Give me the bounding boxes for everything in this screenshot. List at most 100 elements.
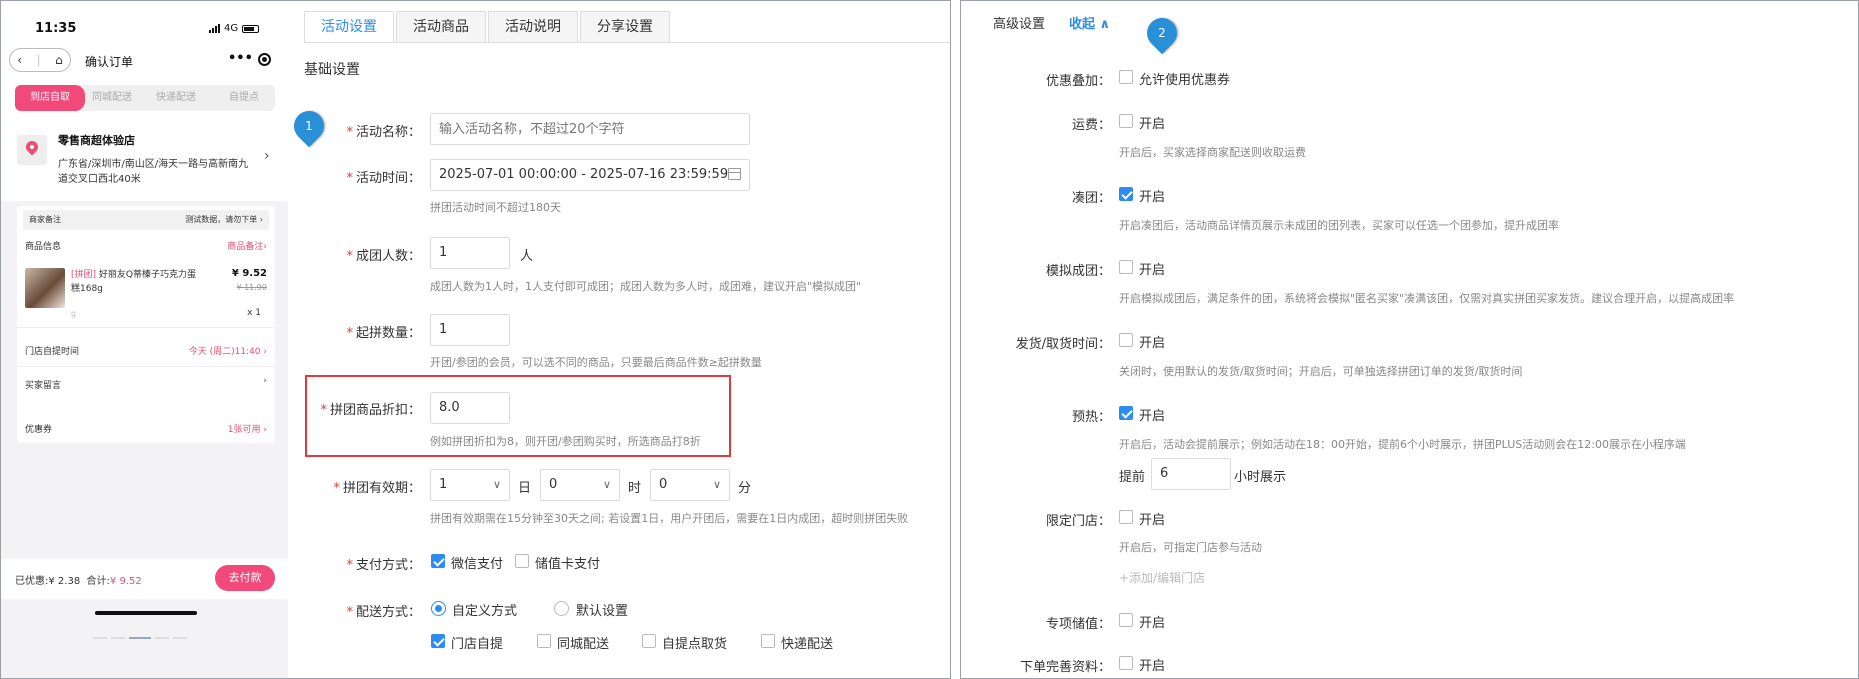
record-icon[interactable] xyxy=(258,53,271,66)
home-indicator xyxy=(95,611,197,615)
chevron-down-icon: ∨ xyxy=(602,478,611,491)
min-qty-label: * 起拼数量： xyxy=(346,326,421,341)
delivery-express-label[interactable]: 快递配送 xyxy=(781,633,833,652)
validity-hour-unit: 时 xyxy=(628,481,642,496)
coupon-card[interactable]: 优惠券 1张可用 › xyxy=(17,411,275,443)
delivery-pickup-label[interactable]: 门店自提 xyxy=(451,633,503,652)
checkout-bar: 已优惠:¥ 2.38 合计:¥ 9.52 去付款 xyxy=(1,559,288,599)
tab-share-settings[interactable]: 分享设置 xyxy=(580,11,670,43)
group-size-hint: 成团人数为1人时，1人支付即可成团；成团人数为多人时，成团难，建议开启"模拟成团… xyxy=(430,280,862,293)
simulate-checkbox[interactable] xyxy=(1119,260,1133,274)
min-qty-hint: 开团/参团的会员，可以选不同的商品，只要最后商品件数≥起拼数量 xyxy=(430,356,762,369)
delivery-tab-city[interactable]: 同城配送 xyxy=(77,85,147,111)
page-dots xyxy=(93,637,187,639)
chevron-down-icon: ∨ xyxy=(712,478,721,491)
goods-note-link[interactable]: 商品备注› xyxy=(227,239,267,252)
validity-day-select[interactable]: 1 ∨ xyxy=(430,469,510,501)
stored-value-label: 专项储值： xyxy=(1045,617,1111,632)
add-edit-stores-link[interactable]: +添加/编辑门店 xyxy=(1119,569,1205,586)
validity-minute-select[interactable]: 0 ∨ xyxy=(650,469,730,501)
stacking-option[interactable]: 允许使用优惠券 xyxy=(1139,69,1230,88)
validity-day-unit: 日 xyxy=(518,481,532,496)
simulate-option[interactable]: 开启 xyxy=(1139,259,1165,278)
product-spec: g xyxy=(71,309,77,318)
stacking-checkbox[interactable] xyxy=(1119,70,1133,84)
min-qty-input[interactable]: 1 xyxy=(430,314,510,346)
delivery-express-checkbox[interactable] xyxy=(761,634,775,648)
settings-tabs: 活动设置 活动商品 活动说明 分享设置 xyxy=(304,11,670,43)
chevron-left-icon[interactable]: ‹ xyxy=(17,53,22,67)
gather-label: 凑团： xyxy=(1071,191,1111,206)
collapse-toggle[interactable]: 收起 ∧ xyxy=(1069,13,1110,32)
tab-activity-settings[interactable]: 活动设置 xyxy=(304,11,394,43)
activity-name-input[interactable] xyxy=(430,113,750,145)
preheat-checkbox[interactable] xyxy=(1119,406,1133,420)
pay-button[interactable]: 去付款 xyxy=(215,565,275,591)
more-icon[interactable]: ••• xyxy=(228,51,253,66)
store-name: 零售商超体验店 xyxy=(58,134,135,147)
delivery-custom-radio[interactable] xyxy=(431,601,446,616)
step-marker-2: 2 xyxy=(1140,11,1184,55)
delivery-label: * 配送方式： xyxy=(346,605,421,620)
tab-activity-description[interactable]: 活动说明 xyxy=(488,11,578,43)
ship-time-hint: 关闭时，使用默认的发货/取货时间；开启后，可单独选择拼团订单的发货/取货时间 xyxy=(1119,365,1523,378)
shipping-option[interactable]: 开启 xyxy=(1139,113,1165,132)
delivery-pickpoint-checkbox[interactable] xyxy=(642,634,656,648)
shipping-checkbox[interactable] xyxy=(1119,114,1133,128)
divider xyxy=(17,366,275,367)
shipping-hint: 开启后，买家选择商家配送则收取运费 xyxy=(1119,146,1306,159)
delivery-tab-express[interactable]: 快递配送 xyxy=(141,85,211,111)
goods-header: 商品信息 xyxy=(25,242,62,252)
signal-icon xyxy=(209,24,220,33)
delivery-custom-label[interactable]: 自定义方式 xyxy=(452,600,517,619)
ship-time-option[interactable]: 开启 xyxy=(1139,332,1165,351)
ship-time-checkbox[interactable] xyxy=(1119,333,1133,347)
delivery-pickpoint-label[interactable]: 自提点取货 xyxy=(662,633,727,652)
status-time: 11:35 xyxy=(35,21,77,36)
payment-wechat-checkbox[interactable] xyxy=(431,554,445,568)
group-size-input[interactable]: 1 xyxy=(430,237,510,269)
preheat-hint: 开启后，活动会提前展示；例如活动在18：00开始，提前6个小时展示，拼团PLUS… xyxy=(1119,438,1686,451)
group-size-label: * 成团人数： xyxy=(346,249,421,264)
gather-hint: 开启凑团后，活动商品详情页展示未成团的团列表，买家可以任选一个团参加，提升成团率 xyxy=(1119,219,1559,232)
pickup-time-label: 门店自提时间 xyxy=(25,347,80,357)
stored-value-checkbox[interactable] xyxy=(1119,613,1133,627)
gather-checkbox[interactable] xyxy=(1119,187,1133,201)
tab-activity-goods[interactable]: 活动商品 xyxy=(396,11,486,43)
preheat-hours-input[interactable]: 6 xyxy=(1151,458,1231,490)
stored-value-option[interactable]: 开启 xyxy=(1139,612,1165,631)
product-price: ¥ 9.52 xyxy=(231,268,267,279)
delivery-city-checkbox[interactable] xyxy=(537,634,551,648)
chevron-right-icon[interactable]: › xyxy=(264,148,270,164)
activity-time-range-input[interactable]: 2025-07-01 00:00:00 - 2025-07-16 23:59:5… xyxy=(430,159,750,191)
validity-hour-select[interactable]: 0 ∨ xyxy=(540,469,620,501)
activity-time-hint: 拼团活动时间不超过180天 xyxy=(430,201,561,214)
delivery-default-radio[interactable] xyxy=(554,601,569,616)
chevron-right-icon[interactable]: › xyxy=(263,376,267,386)
network-label: 4G xyxy=(224,23,239,34)
discount-input[interactable]: 8.0 xyxy=(430,392,510,424)
chevron-down-icon: ∨ xyxy=(492,478,501,491)
delivery-pickup-checkbox[interactable] xyxy=(431,634,445,648)
calendar-icon xyxy=(728,168,741,180)
store-limit-option[interactable]: 开启 xyxy=(1139,509,1165,528)
preheat-option[interactable]: 开启 xyxy=(1139,405,1165,424)
order-info-checkbox[interactable] xyxy=(1119,656,1133,670)
coupon-value[interactable]: 1张可用 › xyxy=(228,422,267,435)
delivery-city-label[interactable]: 同城配送 xyxy=(557,633,609,652)
section-title-advanced: 高级设置 xyxy=(993,17,1046,32)
order-info-option[interactable]: 开启 xyxy=(1139,655,1165,674)
payment-storedcard-checkbox[interactable] xyxy=(515,554,529,568)
home-icon[interactable]: ⌂ xyxy=(55,53,63,67)
tab-underline xyxy=(304,42,950,43)
delivery-tab-pickpoint[interactable]: 自提点 xyxy=(209,85,279,111)
pickup-time-value[interactable]: 今天 (周二)11:40 › xyxy=(189,344,267,357)
payment-wechat-label[interactable]: 微信支付 xyxy=(451,553,503,572)
delivery-tab-pickup[interactable]: 到店自取 xyxy=(15,85,85,111)
payment-storedcard-label[interactable]: 储值卡支付 xyxy=(535,553,600,572)
store-limit-checkbox[interactable] xyxy=(1119,510,1133,524)
gather-option[interactable]: 开启 xyxy=(1139,186,1165,205)
store-limit-hint: 开启后，可指定门店参与活动 xyxy=(1119,541,1262,554)
mini-nav-capsule[interactable]: ‹ | ⌂ xyxy=(9,48,71,72)
delivery-default-label[interactable]: 默认设置 xyxy=(576,600,628,619)
